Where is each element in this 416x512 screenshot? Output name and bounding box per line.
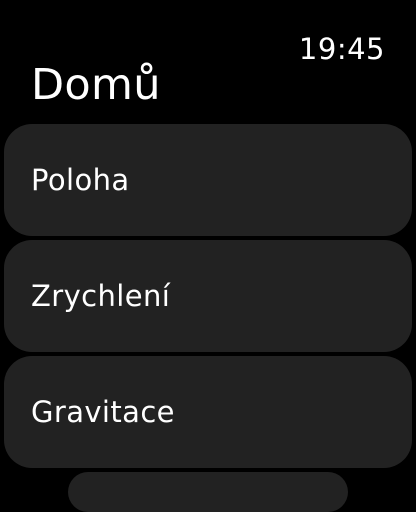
status-time: 19:45 xyxy=(298,32,385,66)
page-title: Domů xyxy=(31,60,161,110)
menu-item-next-partial[interactable] xyxy=(68,472,348,512)
menu-item-gravitace[interactable]: Gravitace xyxy=(4,356,412,468)
menu-item-label: Gravitace xyxy=(31,395,175,429)
menu-item-label: Zrychlení xyxy=(31,279,171,313)
menu-item-zrychleni[interactable]: Zrychlení xyxy=(4,240,412,352)
menu-item-label: Poloha xyxy=(31,163,130,197)
menu-list: Poloha Zrychlení Gravitace xyxy=(4,124,412,472)
menu-item-poloha[interactable]: Poloha xyxy=(4,124,412,236)
